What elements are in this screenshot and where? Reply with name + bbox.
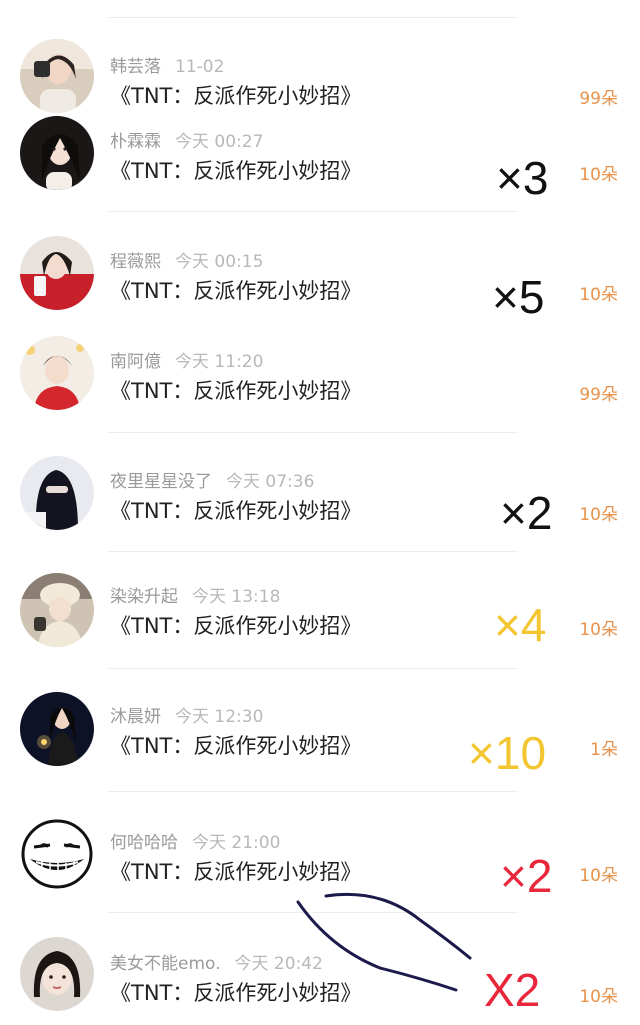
gift-book-title: 《TNT：反派作死小妙招》 bbox=[110, 379, 362, 403]
list-item[interactable]: 韩芸落 11-02 《TNT：反派作死小妙招》 99朵 bbox=[0, 0, 640, 113]
send-time: 11-02 bbox=[175, 57, 225, 77]
send-time: 今天 21:00 bbox=[192, 833, 281, 853]
multiplier-annotation: ×2 bbox=[500, 850, 553, 902]
sender-name-line: 沐晨妍 今天 12:30 bbox=[110, 702, 263, 727]
sender-name: 南阿億 bbox=[110, 352, 161, 372]
divider bbox=[108, 668, 518, 669]
divider bbox=[108, 791, 518, 792]
sender-name: 何哈哈哈 bbox=[110, 833, 178, 853]
flower-count: 99朵 bbox=[579, 385, 618, 405]
divider bbox=[108, 551, 518, 552]
gift-book-title: 《TNT：反派作死小妙招》 bbox=[110, 981, 362, 1005]
girl-night-portrait-avatar[interactable] bbox=[20, 692, 94, 766]
send-time: 今天 00:27 bbox=[175, 132, 264, 152]
send-time: 今天 12:30 bbox=[175, 707, 264, 727]
send-time: 今天 13:18 bbox=[192, 587, 281, 607]
sender-name-line: 美女不能emo. 今天 20:42 bbox=[110, 949, 323, 974]
grin-face-cartoon-avatar[interactable] bbox=[20, 817, 94, 891]
sender-name-line: 朴霖霖 今天 00:27 bbox=[110, 127, 263, 152]
girl-selfie-portrait-avatar[interactable] bbox=[20, 937, 94, 1011]
list-item[interactable]: 美女不能emo. 今天 20:42 《TNT：反派作死小妙招》 10朵 bbox=[0, 925, 640, 1025]
masked-portrait-avatar[interactable] bbox=[20, 456, 94, 530]
sender-name-line: 韩芸落 11-02 bbox=[110, 52, 224, 77]
sender-name: 美女不能emo. bbox=[110, 954, 221, 974]
sender-name: 染染升起 bbox=[110, 587, 178, 607]
boy-portrait-avatar[interactable] bbox=[20, 336, 94, 410]
girl-portrait-avatar[interactable] bbox=[20, 116, 94, 190]
girl-hat-portrait-avatar[interactable] bbox=[20, 573, 94, 647]
girl-red-portrait-avatar[interactable] bbox=[20, 236, 94, 310]
flower-count: 10朵 bbox=[579, 285, 618, 305]
send-time: 今天 07:36 bbox=[226, 472, 315, 492]
flower-count: 10朵 bbox=[579, 505, 618, 525]
multiplier-annotation: ×4 bbox=[494, 599, 547, 651]
list-item[interactable]: 南阿億 今天 11:20 《TNT：反派作死小妙招》 99朵 bbox=[0, 320, 640, 420]
sender-name: 朴霖霖 bbox=[110, 132, 161, 152]
sender-name-line: 染染升起 今天 13:18 bbox=[110, 582, 280, 607]
sender-name-line: 程薇熙 今天 00:15 bbox=[110, 247, 263, 272]
flower-count: 10朵 bbox=[579, 165, 618, 185]
multiplier-annotation: ×2 bbox=[500, 487, 553, 539]
flower-count: 10朵 bbox=[579, 620, 618, 640]
sender-name: 沐晨妍 bbox=[110, 707, 161, 727]
flower-count: 10朵 bbox=[579, 987, 618, 1007]
gift-book-title: 《TNT：反派作死小妙招》 bbox=[110, 159, 362, 183]
send-time: 今天 11:20 bbox=[175, 352, 264, 372]
multiplier-annotation: ×10 bbox=[468, 727, 547, 779]
send-time: 今天 20:42 bbox=[234, 954, 323, 974]
sender-name-line: 夜里星星没了 今天 07:36 bbox=[110, 467, 314, 492]
multiplier-annotation: X2 bbox=[484, 964, 541, 1016]
gift-book-title: 《TNT：反派作死小妙招》 bbox=[110, 860, 362, 884]
gift-book-title: 《TNT：反派作死小妙招》 bbox=[110, 614, 362, 638]
divider bbox=[108, 211, 518, 212]
divider bbox=[108, 912, 518, 913]
gift-book-title: 《TNT：反派作死小妙招》 bbox=[110, 734, 362, 758]
flower-count: 1朵 bbox=[590, 740, 618, 760]
divider bbox=[108, 432, 518, 433]
sender-name: 程薇熙 bbox=[110, 252, 161, 272]
gift-book-title: 《TNT：反派作死小妙招》 bbox=[110, 279, 362, 303]
send-time: 今天 00:15 bbox=[175, 252, 264, 272]
flower-count: 10朵 bbox=[579, 866, 618, 886]
sender-name-line: 南阿億 今天 11:20 bbox=[110, 347, 263, 372]
gift-book-title: 《TNT：反派作死小妙招》 bbox=[110, 499, 362, 523]
sender-name: 韩芸落 bbox=[110, 57, 161, 77]
sender-name-line: 何哈哈哈 今天 21:00 bbox=[110, 828, 280, 853]
sender-name: 夜里星星没了 bbox=[110, 472, 212, 492]
multiplier-annotation: ×3 bbox=[496, 152, 549, 204]
multiplier-annotation: ×5 bbox=[492, 271, 545, 323]
